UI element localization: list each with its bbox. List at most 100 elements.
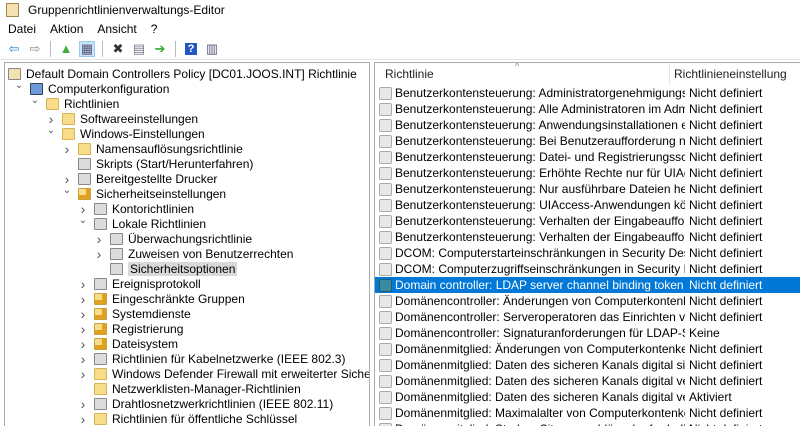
policy-row[interactable]: Domain controller: LDAP server channel b… <box>375 277 800 293</box>
policy-row[interactable]: Benutzerkontensteuerung: Verhalten der E… <box>375 213 800 229</box>
tree-node[interactable]: › Registrierung <box>78 321 184 337</box>
tree-node[interactable]: Default Domain Controllers Policy [DC01.… <box>8 66 357 81</box>
policy-row[interactable]: Domänenmitglied: Daten des sicheren Kana… <box>375 373 800 389</box>
tree-node[interactable]: ⌄ Lokale Richtlinien <box>78 215 207 231</box>
policy-row[interactable]: Domänencontroller: Änderungen von Comput… <box>375 293 800 309</box>
tree-node-label: Überwachungsrichtlinie <box>128 231 253 246</box>
policy-row[interactable]: Benutzerkontensteuerung: Erhöhte Rechte … <box>375 165 800 181</box>
policy-row[interactable]: Benutzerkontensteuerung: UIAccess-Anwend… <box>375 197 800 213</box>
tree-node[interactable]: › Überwachungsrichtlinie <box>94 231 253 247</box>
tree-node[interactable]: ⌄ Sicherheitseinstellungen <box>62 185 227 201</box>
chevron-right-icon[interactable]: › <box>78 306 88 322</box>
chevron-down-icon[interactable]: ⌄ <box>14 80 24 91</box>
column-header-einstellung[interactable]: Richtlinieneinstellung <box>669 63 787 85</box>
policy-name: Domänenmitglied: Daten des sicheren Kana… <box>395 358 685 372</box>
policy-setting-icon <box>379 262 392 276</box>
tree-node-label: Sicherheitsoptionen <box>128 261 238 276</box>
chevron-right-icon[interactable]: › <box>78 276 88 292</box>
policy-row[interactable]: Benutzerkontensteuerung: Administratorge… <box>375 85 800 101</box>
up-folder-button[interactable]: ▲ <box>58 41 74 57</box>
tree-node[interactable]: ⌄ Richtlinien <box>30 95 120 111</box>
tree-node[interactable]: › Zuweisen von Benutzerrechten <box>94 246 294 262</box>
policy-row[interactable]: Domänencontroller: Serveroperatoren das … <box>375 309 800 325</box>
policy-row[interactable]: Domänenmitglied: Maximalalter von Comput… <box>375 405 800 421</box>
policy-row[interactable]: Domänencontroller: Signaturanforderungen… <box>375 325 800 341</box>
tree-node[interactable]: Netzwerklisten-Manager-Richtlinien <box>78 381 301 396</box>
chevron-down-icon[interactable]: ⌄ <box>62 185 72 196</box>
tree-node[interactable]: › Systemdienste <box>78 306 191 322</box>
tree-node[interactable]: › Drahtlosnetzwerkrichtlinien (IEEE 802.1… <box>78 396 334 412</box>
policy-setting-icon <box>379 214 392 228</box>
chevron-down-icon[interactable]: ⌄ <box>30 95 40 106</box>
tree-node[interactable]: › Richtlinien für öffentliche Schlüssel <box>78 411 298 426</box>
delete-button[interactable]: ✖ <box>110 41 126 57</box>
computer-icon <box>30 82 43 95</box>
tree-node[interactable]: › Kontorichtlinien <box>78 201 195 217</box>
column-header-richtlinie[interactable]: Richtlinie <box>375 67 669 81</box>
policy-row[interactable]: Benutzerkontensteuerung: Datei- und Regi… <box>375 149 800 165</box>
policy-row[interactable]: Domänenmitglied: Daten des sicheren Kana… <box>375 389 800 405</box>
policy-row[interactable]: Domänenmitglied: Starken Sitzungsschlüss… <box>375 421 800 426</box>
tree-node[interactable]: ⌄ Windows-Einstellungen <box>46 125 205 141</box>
menu-aktion[interactable]: Aktion <box>50 22 83 36</box>
policy-setting-icon <box>379 102 392 116</box>
policy-row[interactable]: Benutzerkontensteuerung: Nur ausführbare… <box>375 181 800 197</box>
policy-setting-value: Aktiviert <box>689 390 732 404</box>
tree-node[interactable]: › Ereignisprotokoll <box>78 276 201 292</box>
back-icon: ⇦ <box>8 40 20 56</box>
tree-node-label: Ereignisprotokoll <box>112 276 201 291</box>
forward-button[interactable]: ⇨ <box>27 41 43 57</box>
chevron-right-icon[interactable]: › <box>78 351 88 367</box>
lock-icon <box>94 322 107 335</box>
chevron-right-icon[interactable]: › <box>78 291 88 307</box>
tree-node[interactable]: Skripts (Start/Herunterfahren) <box>62 156 253 171</box>
tree-node-label: Lokale Richtlinien <box>112 216 207 231</box>
tree-node[interactable]: › Dateisystem <box>78 336 178 352</box>
policy-row[interactable]: Benutzerkontensteuerung: Anwendungsinsta… <box>375 117 800 133</box>
tree-node-label: Kontorichtlinien <box>112 201 195 216</box>
tree-node[interactable]: › Bereitgestellte Drucker <box>62 171 218 187</box>
chevron-right-icon[interactable]: › <box>78 321 88 337</box>
properties-button[interactable]: ▤ <box>131 41 147 57</box>
chevron-right-icon[interactable]: › <box>78 336 88 352</box>
help-button[interactable]: ? <box>183 41 199 57</box>
policy-row[interactable]: Benutzerkontensteuerung: Alle Administra… <box>375 101 800 117</box>
chevron-down-icon[interactable]: ⌄ <box>78 215 88 226</box>
chevron-right-icon[interactable]: › <box>78 411 88 426</box>
export-button[interactable]: ➔ <box>152 41 168 57</box>
policy-setting-value: Nicht definiert <box>685 422 762 426</box>
back-button[interactable]: ⇦ <box>6 41 22 57</box>
chevron-right-icon[interactable]: › <box>78 396 88 412</box>
tree-node[interactable]: › Softwareeinstellungen <box>46 111 198 127</box>
tree-node-label: Sicherheitseinstellungen <box>96 186 227 201</box>
policy-name: Domain controller: LDAP server channel b… <box>395 278 685 292</box>
tree-node[interactable]: › Richtlinien für Kabelnetzwerke (IEEE 80… <box>78 351 346 367</box>
tree-node[interactable]: › Eingeschränkte Gruppen <box>78 291 245 307</box>
policy-row[interactable]: DCOM: Computerstarteinschränkungen in Se… <box>375 245 800 261</box>
chevron-right-icon[interactable]: › <box>94 231 104 247</box>
window-title: Gruppenrichtlinienverwaltungs-Editor <box>28 3 225 17</box>
menu-datei[interactable]: Datei <box>8 22 36 36</box>
policy-row[interactable]: Benutzerkontensteuerung: Verhalten der E… <box>375 229 800 245</box>
lock-icon <box>94 307 107 320</box>
policy-setting-value: Nicht definiert <box>689 406 763 420</box>
tree-node[interactable]: Sicherheitsoptionen <box>94 261 238 276</box>
lock-icon <box>94 337 107 350</box>
show-action-pane-button[interactable]: ▥ <box>204 41 220 57</box>
policy-row[interactable]: Domänenmitglied: Daten des sicheren Kana… <box>375 357 800 373</box>
tree-node[interactable]: › Namensauflösungsrichtlinie <box>62 141 243 157</box>
policy-row[interactable]: Domänenmitglied: Änderungen von Computer… <box>375 341 800 357</box>
menu-help[interactable]: ? <box>151 22 158 36</box>
policy-row[interactable]: Benutzerkontensteuerung: Bei Benutzerauf… <box>375 133 800 149</box>
chevron-right-icon[interactable]: › <box>62 141 72 157</box>
tree-node[interactable]: ⌄ Computerkonfiguration <box>14 80 170 96</box>
chevron-right-icon[interactable]: › <box>78 366 88 382</box>
policy-row[interactable]: DCOM: Computerzugriffseinschränkungen in… <box>375 261 800 277</box>
chevron-right-icon[interactable]: › <box>94 246 104 262</box>
policy-setting-icon <box>379 374 392 388</box>
menu-ansicht[interactable]: Ansicht <box>97 22 136 36</box>
tree-node[interactable]: › Windows Defender Firewall mit erweitert… <box>78 366 369 382</box>
folder-icon <box>62 112 75 125</box>
chevron-down-icon[interactable]: ⌄ <box>46 125 56 136</box>
show-hide-tree-button[interactable]: ▦ <box>79 40 95 57</box>
